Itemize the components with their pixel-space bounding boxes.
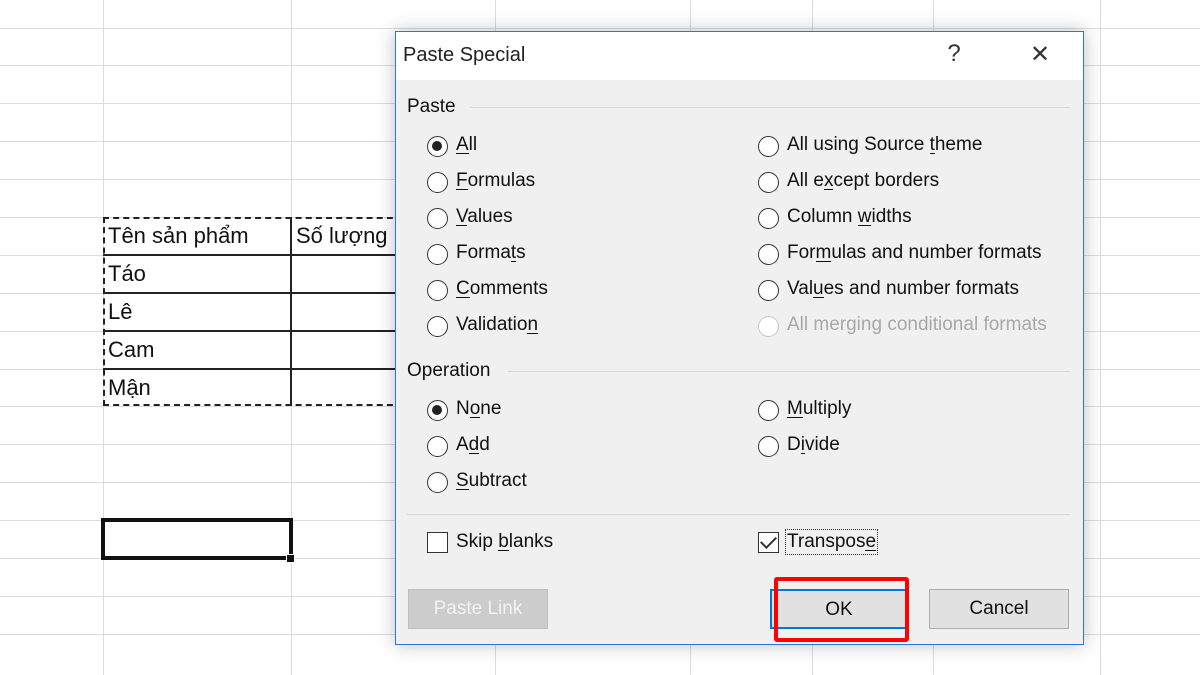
transpose-label[interactable]: Transpose <box>784 529 879 555</box>
paste-radio-all[interactable] <box>427 136 448 157</box>
paste-link-button: Paste Link <box>408 589 548 629</box>
accelerator-underline <box>929 153 935 154</box>
accelerator-underline <box>527 333 539 334</box>
paste-special-dialog: Paste Special ? ✕ Paste Operation Skip b… <box>395 31 1084 645</box>
paste-radio-values-and-number-formats[interactable] <box>758 280 779 301</box>
paste-radio-comments[interactable] <box>427 280 448 301</box>
cell-row-2[interactable]: Lê <box>103 293 291 331</box>
paste-radio-formats[interactable] <box>427 244 448 265</box>
help-button[interactable]: ? <box>934 40 974 68</box>
operation-radio-none[interactable] <box>427 400 448 421</box>
operation-group-label: Operation <box>407 360 491 381</box>
paste-radio-all-using-source-theme[interactable] <box>758 136 779 157</box>
accelerator-underline <box>823 189 834 190</box>
paste-radio-column-widths[interactable] <box>758 208 779 229</box>
accelerator-underline <box>456 489 469 490</box>
table-row-border <box>103 292 403 294</box>
divider <box>508 371 1070 372</box>
cell-row-1[interactable]: Táo <box>103 255 291 293</box>
accelerator-underline <box>469 417 481 418</box>
cell-row-4[interactable]: Mận <box>103 369 291 407</box>
highlight-annotation-box <box>774 577 909 642</box>
skip-blanks-checkbox[interactable] <box>427 532 448 553</box>
operation-radio-divide[interactable] <box>758 436 779 457</box>
accelerator-underline <box>787 417 803 418</box>
fill-handle[interactable] <box>286 554 295 563</box>
accelerator-underline <box>456 189 468 190</box>
table-row-border <box>103 254 403 256</box>
paste-option-label: All merging conditional formats <box>787 314 1047 335</box>
operation-radio-add[interactable] <box>427 436 448 457</box>
paste-option-label[interactable]: Validation <box>456 314 538 336</box>
paste-group-label: Paste <box>407 96 456 117</box>
accelerator-underline <box>800 453 805 454</box>
divider <box>470 107 1070 108</box>
accelerator-underline <box>456 153 469 154</box>
dialog-title: Paste Special <box>403 44 526 66</box>
accelerator-underline <box>510 261 517 262</box>
accelerator-underline <box>865 550 877 551</box>
paste-option-label[interactable]: Formulas <box>456 170 535 192</box>
paste-radio-validation[interactable] <box>427 316 448 337</box>
cell-header-quantity[interactable]: Số lượng <box>291 217 395 255</box>
paste-option-label[interactable]: All using Source theme <box>787 134 982 156</box>
divider <box>407 514 1070 515</box>
transpose-checkbox[interactable] <box>758 532 779 553</box>
dialog-title-bar[interactable]: Paste Special ? ✕ <box>396 32 1083 80</box>
table-row-border <box>103 368 403 370</box>
operation-radio-multiply[interactable] <box>758 400 779 421</box>
paste-option-label[interactable]: Column widths <box>787 206 912 228</box>
close-button[interactable]: ✕ <box>1020 40 1060 69</box>
accelerator-underline <box>813 297 824 298</box>
paste-radio-all-merging-conditional-formats <box>758 316 779 337</box>
accelerator-underline <box>468 453 480 454</box>
active-cell[interactable] <box>101 518 293 560</box>
cell-row-3[interactable]: Cam <box>103 331 291 369</box>
accelerator-underline <box>456 225 468 226</box>
accelerator-underline <box>857 225 872 226</box>
operation-option-label[interactable]: Divide <box>787 434 840 456</box>
paste-radio-all-except-borders[interactable] <box>758 172 779 193</box>
paste-option-label[interactable]: Comments <box>456 278 548 300</box>
paste-radio-values[interactable] <box>427 208 448 229</box>
accelerator-underline <box>498 550 509 551</box>
paste-radio-formulas-and-number-formats[interactable] <box>758 244 779 265</box>
accelerator-underline <box>815 261 832 262</box>
cell-header-name[interactable]: Tên sản phẩm <box>103 217 291 255</box>
accelerator-underline <box>456 297 470 298</box>
cancel-button[interactable]: Cancel <box>929 589 1069 629</box>
operation-radio-subtract[interactable] <box>427 472 448 493</box>
paste-radio-formulas[interactable] <box>427 172 448 193</box>
grid-column-line <box>1100 0 1101 675</box>
paste-option-label[interactable]: All except borders <box>787 170 939 192</box>
grid-row-line <box>0 28 1200 29</box>
table-row-border <box>103 330 403 332</box>
